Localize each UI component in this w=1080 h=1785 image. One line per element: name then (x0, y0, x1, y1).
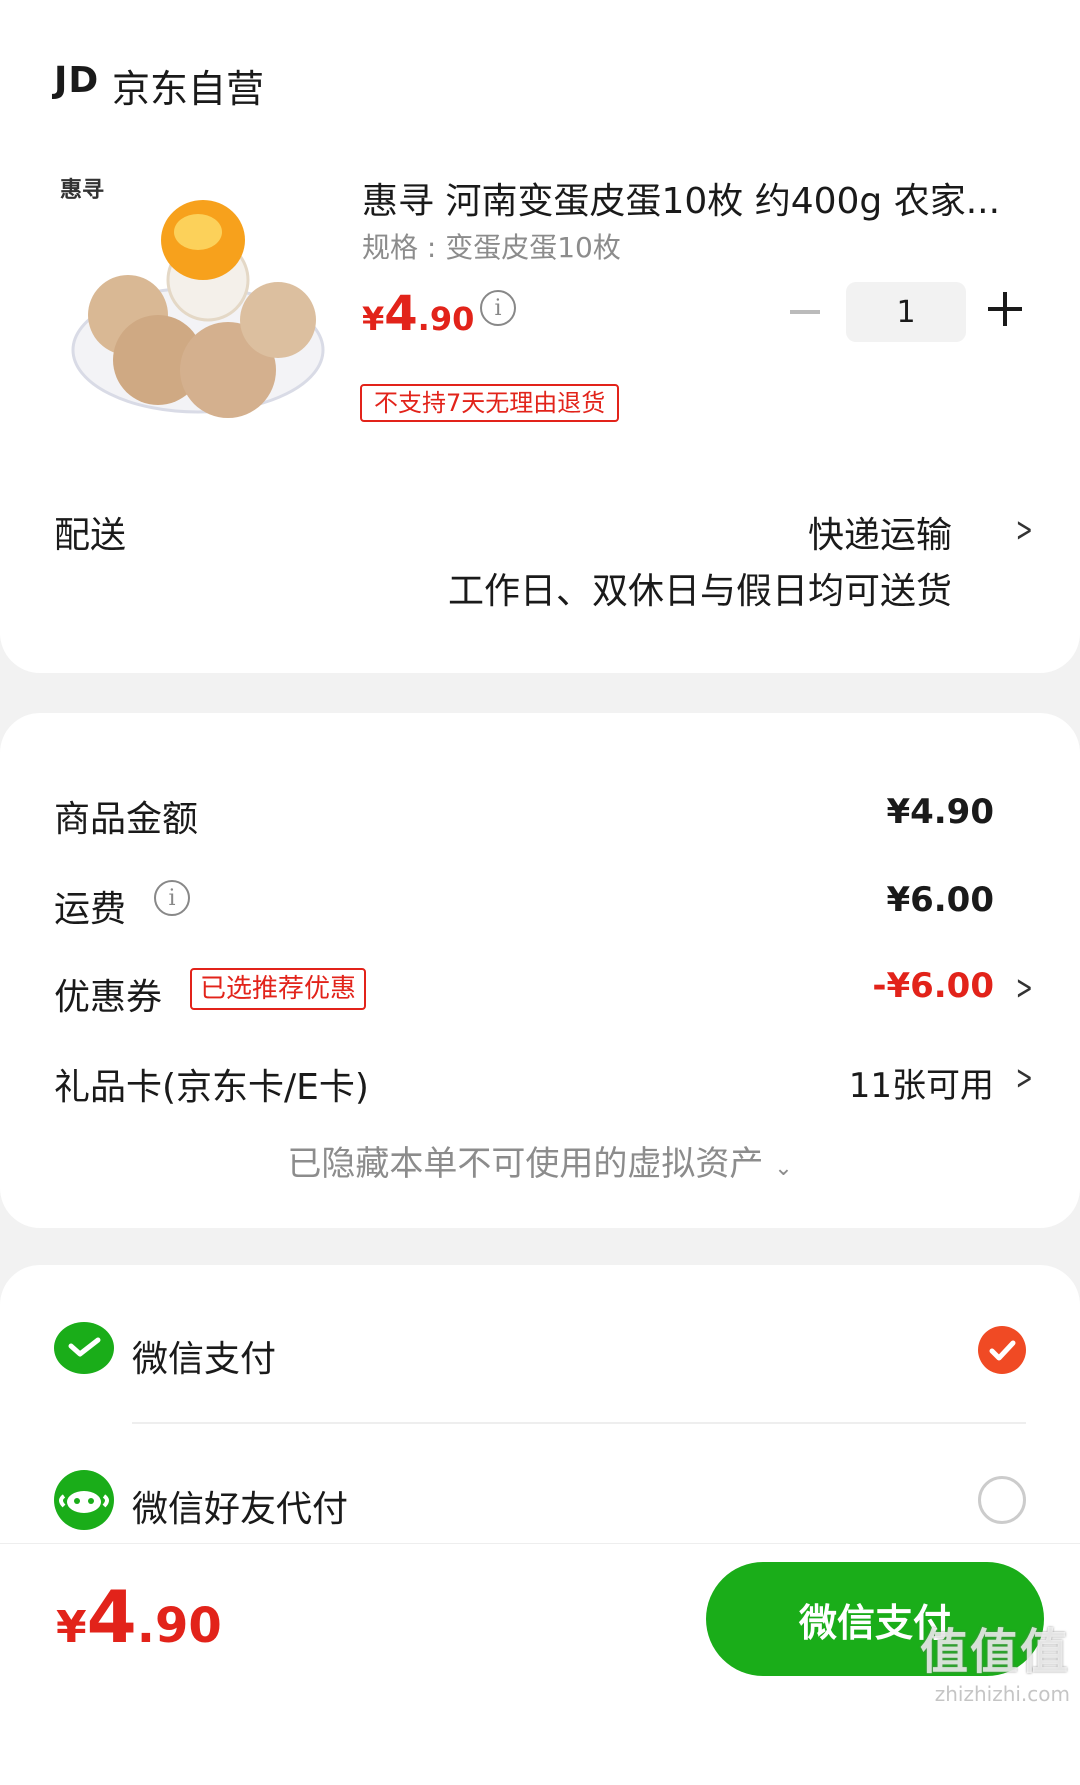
product-spec[interactable]: 规格 : 变蛋皮蛋10枚 (362, 226, 621, 266)
coupon-tag: 已选推荐优惠 (190, 968, 367, 1010)
wechat-pay-icon (54, 1322, 114, 1374)
giftcard-label: 礼品卡(京东卡/E卡) (54, 1067, 369, 1108)
delivery-chevron-icon[interactable]: > (1016, 510, 1033, 550)
wechat-pay-radio-checked[interactable] (978, 1326, 1026, 1374)
quantity-increase-button[interactable] (988, 292, 1022, 326)
delivery-note: 工作日、双休日与假日均可送货 (447, 571, 952, 612)
coupon-chevron-icon[interactable]: > (1016, 968, 1033, 1008)
delivery-method[interactable]: 快递运输 (808, 506, 952, 558)
wechat-friend-pay-icon (54, 1470, 114, 1530)
jd-logo: JD (54, 60, 100, 101)
hidden-assets-toggle[interactable]: 已隐藏本单不可使用的虚拟资产 ⌄ (0, 1136, 1080, 1185)
product-card: JD 京东自营 惠寻 惠寻 河南变蛋皮蛋10枚 约400g 农家... 规格 :… (0, 0, 1080, 673)
wechat-pay-label[interactable]: 微信支付 (132, 1330, 276, 1382)
quantity-input[interactable]: 1 (846, 282, 966, 342)
goods-amount-value: ¥4.90 (886, 792, 994, 832)
price-info-icon[interactable]: i (480, 290, 516, 326)
quantity-decrease-button[interactable] (790, 310, 820, 314)
return-policy-tag: 不支持7天无理由退货 (360, 384, 620, 422)
goods-amount-label: 商品金额 (54, 799, 199, 840)
store-name[interactable]: 京东自营 (112, 58, 264, 113)
brand-logo: 惠寻 (60, 178, 105, 203)
product-title[interactable]: 惠寻 河南变蛋皮蛋10枚 约400g 农家... (362, 172, 1022, 224)
coupon-label: 优惠券 (54, 977, 163, 1018)
shipping-value: ¥6.00 (886, 880, 994, 920)
payment-divider (132, 1422, 1026, 1424)
shipping-label: 运费 (54, 889, 127, 930)
checkmark-icon (989, 1340, 1016, 1361)
giftcard-chevron-icon[interactable]: > (1016, 1058, 1033, 1098)
giftcard-value[interactable]: 11张可用 (849, 1058, 994, 1107)
total-price: ¥4.90 (56, 1575, 222, 1659)
delivery-label: 配送 (54, 515, 127, 556)
coupon-value[interactable]: -¥6.00 (872, 966, 994, 1006)
chevron-down-icon: ⌄ (774, 1156, 793, 1181)
wechat-friend-pay-radio[interactable] (978, 1476, 1026, 1524)
shipping-info-icon[interactable]: i (154, 880, 190, 916)
site-watermark: 值值值 zhizhizhi.com (919, 1624, 1070, 1706)
product-price: ¥4.90 (362, 286, 475, 342)
wechat-friend-pay-label[interactable]: 微信好友代付 (132, 1480, 348, 1532)
